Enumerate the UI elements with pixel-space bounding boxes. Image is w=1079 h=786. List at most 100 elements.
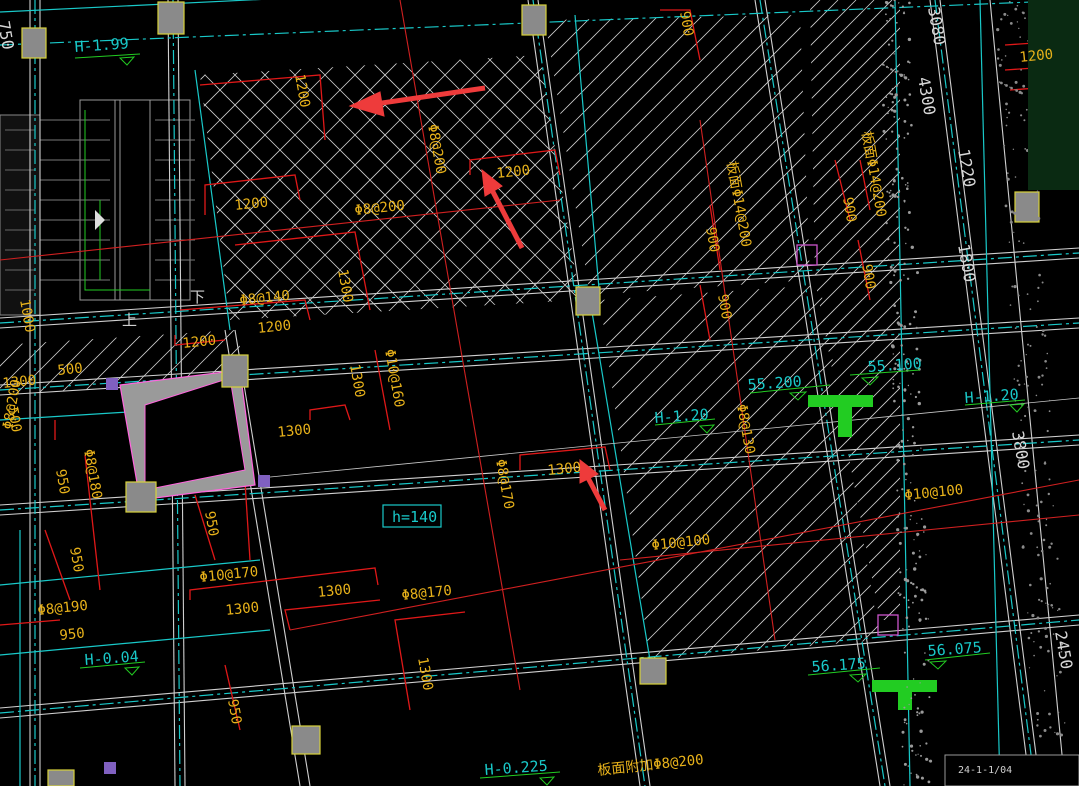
- infill-dot: [1022, 84, 1026, 88]
- cad-drawing-canvas[interactable]: H-1.99 H-1.20 H-1.20 H-0.04 H-0.225 h=14…: [0, 0, 1079, 786]
- dim-label: 900: [702, 226, 722, 254]
- infill-dot: [1040, 500, 1043, 504]
- axis-dimension: 750: [0, 19, 18, 51]
- dim-label: 900: [858, 263, 878, 291]
- infill-dot: [1018, 383, 1021, 386]
- infill-dot: [1029, 344, 1032, 347]
- infill-dot: [907, 37, 912, 42]
- infill-dot: [913, 316, 916, 319]
- infill-dot: [922, 662, 926, 666]
- infill-dot: [1014, 176, 1017, 178]
- level-h0225: H-0.225: [484, 757, 548, 779]
- infill-dot: [1048, 545, 1052, 549]
- column: [157, 1, 185, 35]
- infill-dot: [1045, 367, 1048, 369]
- dim-label: 1300: [547, 460, 582, 479]
- infill-dot: [1006, 172, 1009, 175]
- infill-dot: [890, 68, 893, 71]
- drawing-number: 24-1-1/04: [958, 765, 1012, 776]
- infill-dot: [1019, 36, 1021, 38]
- infill-dot: [1058, 607, 1061, 611]
- infill-dot: [913, 567, 917, 571]
- infill-dot: [1021, 482, 1024, 485]
- infill-dot: [1009, 304, 1012, 306]
- infill-dot: [1023, 383, 1026, 385]
- infill-dot: [1026, 384, 1029, 387]
- infill-dot: [1013, 231, 1015, 233]
- infill-dot: [891, 39, 894, 42]
- infill-dot: [905, 478, 907, 481]
- infill-dot: [1020, 419, 1022, 422]
- infill-dot: [920, 754, 922, 757]
- infill-dot: [1044, 634, 1048, 639]
- infill-dot: [889, 265, 893, 269]
- infill-dot: [1043, 690, 1046, 692]
- infill-dot: [891, 101, 894, 104]
- infill-dot: [900, 531, 902, 533]
- infill-dot: [906, 103, 909, 107]
- axis-dimension: 1800: [954, 242, 979, 283]
- infill-dot: [918, 550, 921, 552]
- infill-dot: [887, 259, 890, 261]
- infill-dot: [906, 132, 910, 135]
- infill-dot: [924, 652, 926, 654]
- infill-dot: [882, 129, 886, 133]
- infill-dot: [893, 304, 896, 308]
- infill-dot: [1011, 285, 1014, 288]
- infill-dot: [1039, 577, 1043, 581]
- infill-dot: [1064, 722, 1066, 724]
- infill-dot: [894, 70, 897, 73]
- stair-up-mark: 上: [122, 311, 137, 329]
- infill-dot: [915, 773, 918, 776]
- dim-label: 1300: [2, 373, 37, 392]
- dim-label: 900: [714, 293, 734, 321]
- infill-dot: [1025, 108, 1028, 111]
- infill-dot: [908, 703, 910, 706]
- infill-dot: [910, 697, 913, 700]
- dim-label: 1200: [234, 195, 269, 214]
- infill-dot: [1043, 334, 1047, 337]
- infill-dot: [905, 616, 909, 619]
- post-marker: [106, 378, 118, 390]
- dim-label: 900: [839, 196, 859, 224]
- infill-dot: [903, 201, 906, 203]
- hatch-line: [724, 0, 1079, 786]
- infill-dot: [1035, 410, 1037, 412]
- infill-dot: [1037, 375, 1041, 379]
- infill-dot: [891, 87, 894, 90]
- infill-dot: [914, 594, 917, 598]
- infill-dot: [1036, 724, 1039, 727]
- infill-dot: [1005, 108, 1007, 111]
- infill-dot: [916, 532, 920, 536]
- infill-dot: [1050, 604, 1053, 607]
- dim-label: 950: [52, 468, 72, 496]
- green-strip: [1028, 0, 1079, 190]
- infill-dot: [1022, 11, 1025, 15]
- infill-dot: [901, 5, 905, 8]
- infill-dot: [1020, 114, 1023, 117]
- dim-label: 1200: [291, 73, 313, 109]
- infill-dot: [906, 569, 908, 571]
- hatch-line: [200, 55, 580, 320]
- infill-dot: [1041, 383, 1044, 386]
- elevation-56175: 56.175: [811, 654, 866, 676]
- infill-dot: [1007, 14, 1009, 17]
- infill-dot: [1036, 190, 1039, 193]
- hatch-line: [200, 55, 527, 320]
- infill-dot: [896, 515, 899, 518]
- elevation-56075: 56.075: [927, 638, 982, 660]
- infill-dot: [898, 2, 900, 4]
- infill-dot: [1037, 514, 1041, 518]
- infill-dot: [914, 310, 917, 314]
- dim-label: 1200: [257, 318, 292, 337]
- infill-dot: [896, 195, 900, 199]
- infill-dot: [1029, 308, 1032, 311]
- infill-dot: [908, 625, 910, 628]
- infill-dot: [910, 514, 912, 517]
- infill-dot: [912, 373, 914, 375]
- infill-dot: [1013, 378, 1016, 380]
- infill-dot: [896, 216, 899, 218]
- hatch-line: [810, 0, 900, 620]
- infill-dot: [914, 395, 918, 399]
- infill-dot: [904, 226, 907, 229]
